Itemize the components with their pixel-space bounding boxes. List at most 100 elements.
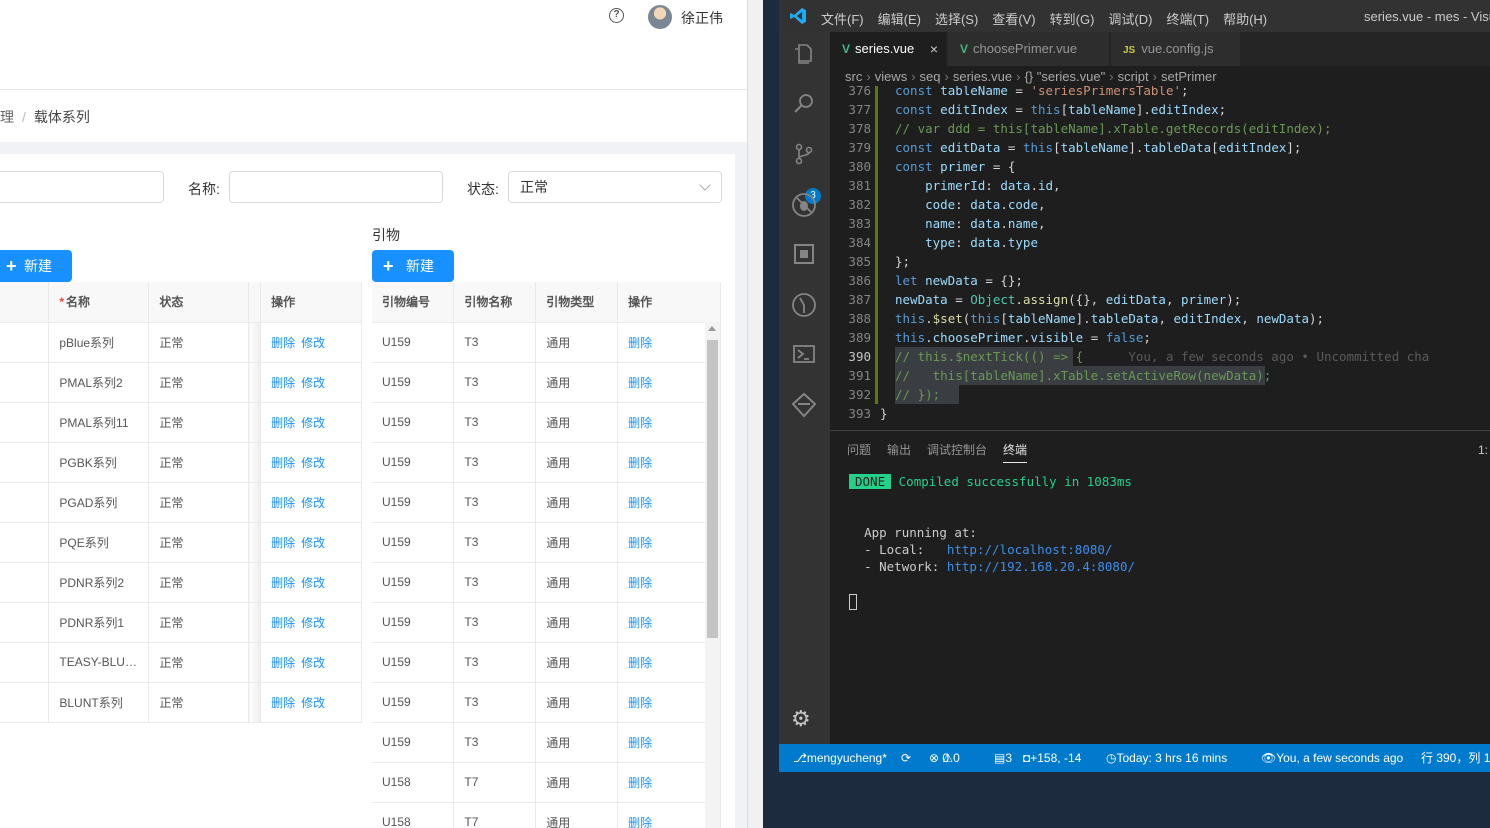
edit-link[interactable]: 修改 [301,376,325,390]
col-header-primer-code[interactable]: 引物编号 [372,282,455,323]
tab-chooseprimer-vue[interactable]: VchoosePrimer.vue [948,32,1110,66]
menu-item-0[interactable]: 文件(F) [821,9,864,28]
delete-link[interactable]: 删除 [628,576,652,590]
breadcrumb-parent[interactable]: 理 [0,109,14,125]
search-icon[interactable] [791,92,817,118]
delete-link[interactable]: 删除 [271,416,295,430]
table-row[interactable]: U158 T7 通用 删除 [372,762,721,803]
table-row[interactable]: U159 T3 通用 删除 [372,602,721,643]
code-line[interactable]: 392 // }); [830,385,1490,404]
status-blame[interactable]: 👁 You, a few seconds ago [1261,744,1403,772]
new-series-button[interactable]: + 新建 [0,250,72,282]
remote-icon[interactable] [791,392,817,418]
menu-item-5[interactable]: 调试(D) [1108,9,1152,28]
edit-link[interactable]: 修改 [301,496,325,510]
delete-link[interactable]: 删除 [628,656,652,670]
avatar[interactable] [648,5,672,29]
browser-scrollbar[interactable] [747,0,763,828]
menu-item-3[interactable]: 查看(V) [992,9,1035,28]
delete-link[interactable]: 删除 [628,456,652,470]
scroll-up-icon[interactable] [708,326,716,331]
status-select[interactable]: 正常 [508,171,722,203]
menu-item-6[interactable]: 终端(T) [1166,9,1209,28]
settings-gear-icon[interactable]: ⚙ [791,706,811,732]
menu-item-1[interactable]: 编辑(E) [878,9,921,28]
edit-link[interactable]: 修改 [301,576,325,590]
delete-link[interactable]: 删除 [628,616,652,630]
terminal-icon[interactable] [791,342,817,368]
menu-item-4[interactable]: 转到(G) [1050,9,1095,28]
table-row[interactable]: PGAD系列 正常 删除 修改 [0,482,362,523]
code-line[interactable]: 385}; [830,252,1490,271]
status-branch[interactable]: ⎇ mengyucheng* [793,744,887,772]
new-primer-button[interactable]: + 新建 [372,250,454,282]
status-changes[interactable]: ▤ 3 [994,744,1012,772]
delete-link[interactable]: 删除 [628,496,652,510]
table-row[interactable]: U159 T3 通用 删除 [372,402,721,443]
code-line[interactable]: 390 // this.$nextTick(() => { You, a few … [830,347,1490,366]
edit-link[interactable]: 修改 [301,336,325,350]
code-line[interactable]: 388 this.$set(this[tableName].tableData, … [830,309,1490,328]
panel-tab[interactable]: 问题 [847,441,871,463]
edit-link[interactable]: 修改 [301,416,325,430]
table-row[interactable]: PGBK系列 正常 删除 修改 [0,442,362,483]
delete-link[interactable]: 删除 [271,536,295,550]
breadcrumb-segment[interactable]: series.vue [953,69,1012,84]
code-line[interactable]: 381 primerId: data.id, [830,176,1490,195]
table-row[interactable]: U159 T3 通用 删除 [372,362,721,403]
table-row[interactable]: pBlue系列 正常 删除 修改 [0,322,362,363]
edit-link[interactable]: 修改 [301,656,325,670]
col-header-primer-type[interactable]: 引物类型 [535,282,619,323]
edit-link[interactable]: 修改 [301,536,325,550]
breadcrumb-segment[interactable]: views [875,69,908,84]
breadcrumb-segment[interactable]: {} "series.vue" [1024,69,1105,84]
code-line[interactable]: 378 // var ddd = this[tableName].xTable.g… [830,119,1490,138]
delete-link[interactable]: 删除 [628,536,652,550]
breadcrumb-segment[interactable]: src [845,69,862,84]
table-row[interactable]: PMAL系列11 正常 删除 修改 [0,402,362,443]
code-line[interactable]: 391 // this[tableName].xTable.setActiveRo… [830,366,1490,385]
table-row[interactable]: U159 T3 通用 删除 [372,442,721,483]
terminal-output[interactable]: DONE Compiled successfully in 1083ms App… [849,473,1135,610]
table-row[interactable]: TEASY-BLU… 正常 删除 修改 [0,642,362,683]
code-line[interactable]: 383 name: data.name, [830,214,1490,233]
filter-input-1[interactable] [0,171,164,203]
table-row[interactable]: U159 T3 通用 删除 [372,482,721,523]
explorer-icon[interactable] [791,42,817,68]
panel-tab[interactable]: 输出 [887,441,911,463]
breadcrumb-segment[interactable]: seq [920,69,941,84]
code-line[interactable]: 387 newData = Object.assign({}, editData,… [830,290,1490,309]
col-header-status[interactable]: 状态 [148,282,250,323]
extensions-icon[interactable] [791,242,817,268]
delete-link[interactable]: 删除 [628,336,652,350]
delete-link[interactable]: 删除 [271,336,295,350]
panel-tab[interactable]: 终端 [1003,441,1028,463]
col-header-primer-name[interactable]: 引物名称 [453,282,537,323]
col-header-name[interactable]: * 名称 [48,282,150,323]
network-url-link[interactable]: http://192.168.20.4:8080/ [947,559,1135,574]
panel-tab[interactable]: 调试控制台 [927,441,987,463]
table-row[interactable]: PMAL系列2 正常 删除 修改 [0,362,362,403]
code-line[interactable]: 386 let newData = {}; [830,271,1490,290]
delete-link[interactable]: 删除 [271,496,295,510]
menu-item-7[interactable]: 帮助(H) [1223,9,1267,28]
code-line[interactable]: 376 const tableName = 'seriesPrimersTable… [830,86,1490,100]
table-row[interactable]: BLUNT系列 正常 删除 修改 [0,682,362,723]
table-row[interactable]: U159 T3 通用 删除 [372,682,721,723]
status-time[interactable]: ◷ Today: 3 hrs 16 mins [1106,744,1227,772]
code-line[interactable]: 382 code: data.code, [830,195,1490,214]
code-line[interactable]: 380 const primer = { [830,157,1490,176]
code-line[interactable]: 393} [830,404,1490,423]
table-row[interactable]: U159 T3 通用 删除 [372,522,721,563]
code-line[interactable]: 379 const editData = this[tableName].tabl… [830,138,1490,157]
debug-icon[interactable] [791,192,817,218]
delete-link[interactable]: 删除 [628,736,652,750]
primer-table-scrollbar[interactable] [705,322,720,828]
delete-link[interactable]: 删除 [271,456,295,470]
status-problems[interactable]: ⊗ 0 ⚠ 0 [929,744,960,772]
table-row[interactable]: U159 T3 通用 删除 [372,722,721,763]
table-row[interactable]: PQE系列 正常 删除 修改 [0,522,362,563]
close-icon[interactable]: × [930,32,938,66]
code-line[interactable]: 389 this.choosePrimer.visible = false; [830,328,1490,347]
tab-vue-config-js[interactable]: JS vue.config.js [1111,32,1241,66]
